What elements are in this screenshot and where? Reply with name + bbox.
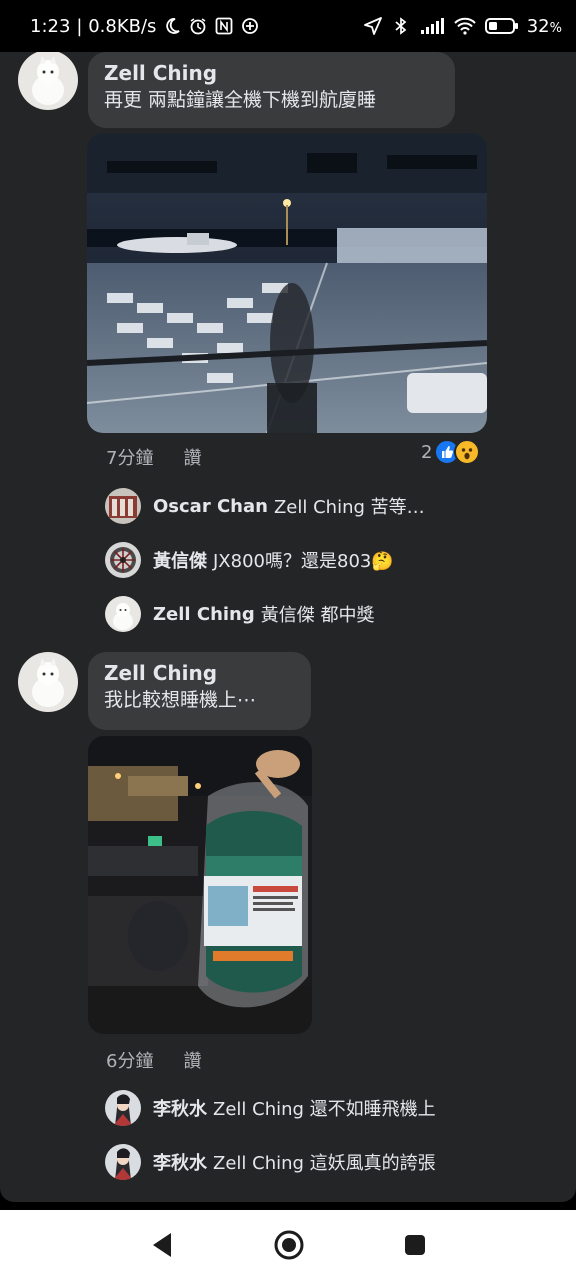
recents-icon[interactable] bbox=[403, 1233, 427, 1257]
reply-item[interactable]: Oscar Chan Zell Ching 苦等… bbox=[105, 488, 425, 524]
reply-author[interactable]: 黃信傑 bbox=[153, 547, 207, 573]
wifi-icon bbox=[454, 17, 476, 35]
status-time: 1:23 bbox=[30, 15, 71, 37]
comment-time[interactable]: 6分鐘 bbox=[106, 1047, 153, 1073]
comment-text: 再更 兩點鐘讓全機下機到航廈睡 bbox=[104, 89, 377, 111]
comment-bubble[interactable]: Zell Ching 我比較想睡機上⋯ bbox=[88, 652, 311, 730]
reactions-summary[interactable]: 2 bbox=[421, 439, 481, 465]
home-icon[interactable] bbox=[273, 1229, 305, 1261]
reply-text: Zell Ching 這妖風真的誇張 bbox=[213, 1153, 436, 1174]
bluetooth-icon bbox=[395, 17, 407, 35]
comment-author[interactable]: Zell Ching bbox=[104, 660, 295, 686]
system-nav-bar bbox=[0, 1210, 576, 1280]
airport-night-photo-icon bbox=[87, 133, 487, 433]
status-bar: 1:23 | 0.8KB/s 32% bbox=[0, 0, 576, 52]
reply-text: Zell Ching 還不如睡飛機上 bbox=[213, 1099, 436, 1120]
reply-author[interactable]: Zell Ching bbox=[153, 604, 255, 625]
status-net-speed: | 0.8KB/s bbox=[76, 15, 157, 37]
nfc-icon bbox=[216, 17, 233, 35]
comment-meta: 7分鐘 讚 bbox=[106, 444, 201, 470]
comment-photo[interactable] bbox=[88, 736, 312, 1034]
moon-icon bbox=[166, 18, 181, 34]
reply-avatar[interactable] bbox=[105, 488, 141, 524]
alarm-icon bbox=[190, 18, 206, 35]
battery-level: 32% bbox=[527, 16, 562, 37]
signal-icon bbox=[420, 18, 444, 34]
comment-text: 我比較想睡機上⋯ bbox=[104, 689, 257, 711]
battery-icon bbox=[484, 18, 518, 34]
reply-avatar[interactable] bbox=[105, 1144, 141, 1180]
comment-author[interactable]: Zell Ching bbox=[104, 60, 439, 86]
comment-bubble[interactable]: Zell Ching 再更 兩點鐘讓全機下機到航廈睡 bbox=[88, 52, 455, 128]
comment-photo[interactable] bbox=[87, 133, 487, 433]
comments-panel: Zell Ching 再更 兩點鐘讓全機下機到航廈睡 7分鐘 讚 2 Oscar… bbox=[0, 52, 576, 1202]
reply-item[interactable]: 黃信傑 JX800嗎？還是803🤔 bbox=[105, 542, 394, 578]
reply-item[interactable]: 李秋水 Zell Ching 還不如睡飛機上 bbox=[105, 1090, 436, 1126]
reply-author[interactable]: 李秋水 bbox=[153, 1095, 207, 1121]
reply-text: JX800嗎？還是803🤔 bbox=[213, 551, 394, 572]
reply-item[interactable]: 李秋水 Zell Ching 這妖風真的誇張 bbox=[105, 1144, 436, 1180]
avatar-zell-ching[interactable] bbox=[18, 52, 78, 110]
avatar-zell-ching[interactable] bbox=[18, 652, 78, 712]
location-icon bbox=[363, 17, 382, 35]
back-icon[interactable] bbox=[149, 1231, 175, 1259]
data-saver-icon bbox=[242, 18, 259, 34]
reply-avatar[interactable] bbox=[105, 1090, 141, 1126]
comment-time[interactable]: 7分鐘 bbox=[106, 444, 153, 470]
reply-text: Zell Ching 苦等… bbox=[273, 497, 425, 518]
reply-author[interactable]: Oscar Chan bbox=[153, 496, 268, 517]
reply-item[interactable]: Zell Ching 黃信傑 都中獎 bbox=[105, 596, 375, 632]
reply-avatar[interactable] bbox=[105, 596, 141, 632]
wow-reaction-icon bbox=[454, 439, 481, 465]
like-link[interactable]: 讚 bbox=[183, 1047, 201, 1073]
reply-avatar[interactable] bbox=[105, 542, 141, 578]
battery-percent: 32 bbox=[526, 15, 550, 37]
comment-meta: 6分鐘 讚 bbox=[106, 1047, 201, 1073]
battery-unit: % bbox=[549, 20, 562, 36]
reply-text: 黃信傑 都中獎 bbox=[260, 605, 375, 626]
reaction-count: 2 bbox=[421, 441, 433, 463]
sleeping-bag-photo-icon bbox=[88, 736, 312, 1034]
reply-author[interactable]: 李秋水 bbox=[153, 1149, 207, 1175]
like-link[interactable]: 讚 bbox=[183, 444, 201, 470]
